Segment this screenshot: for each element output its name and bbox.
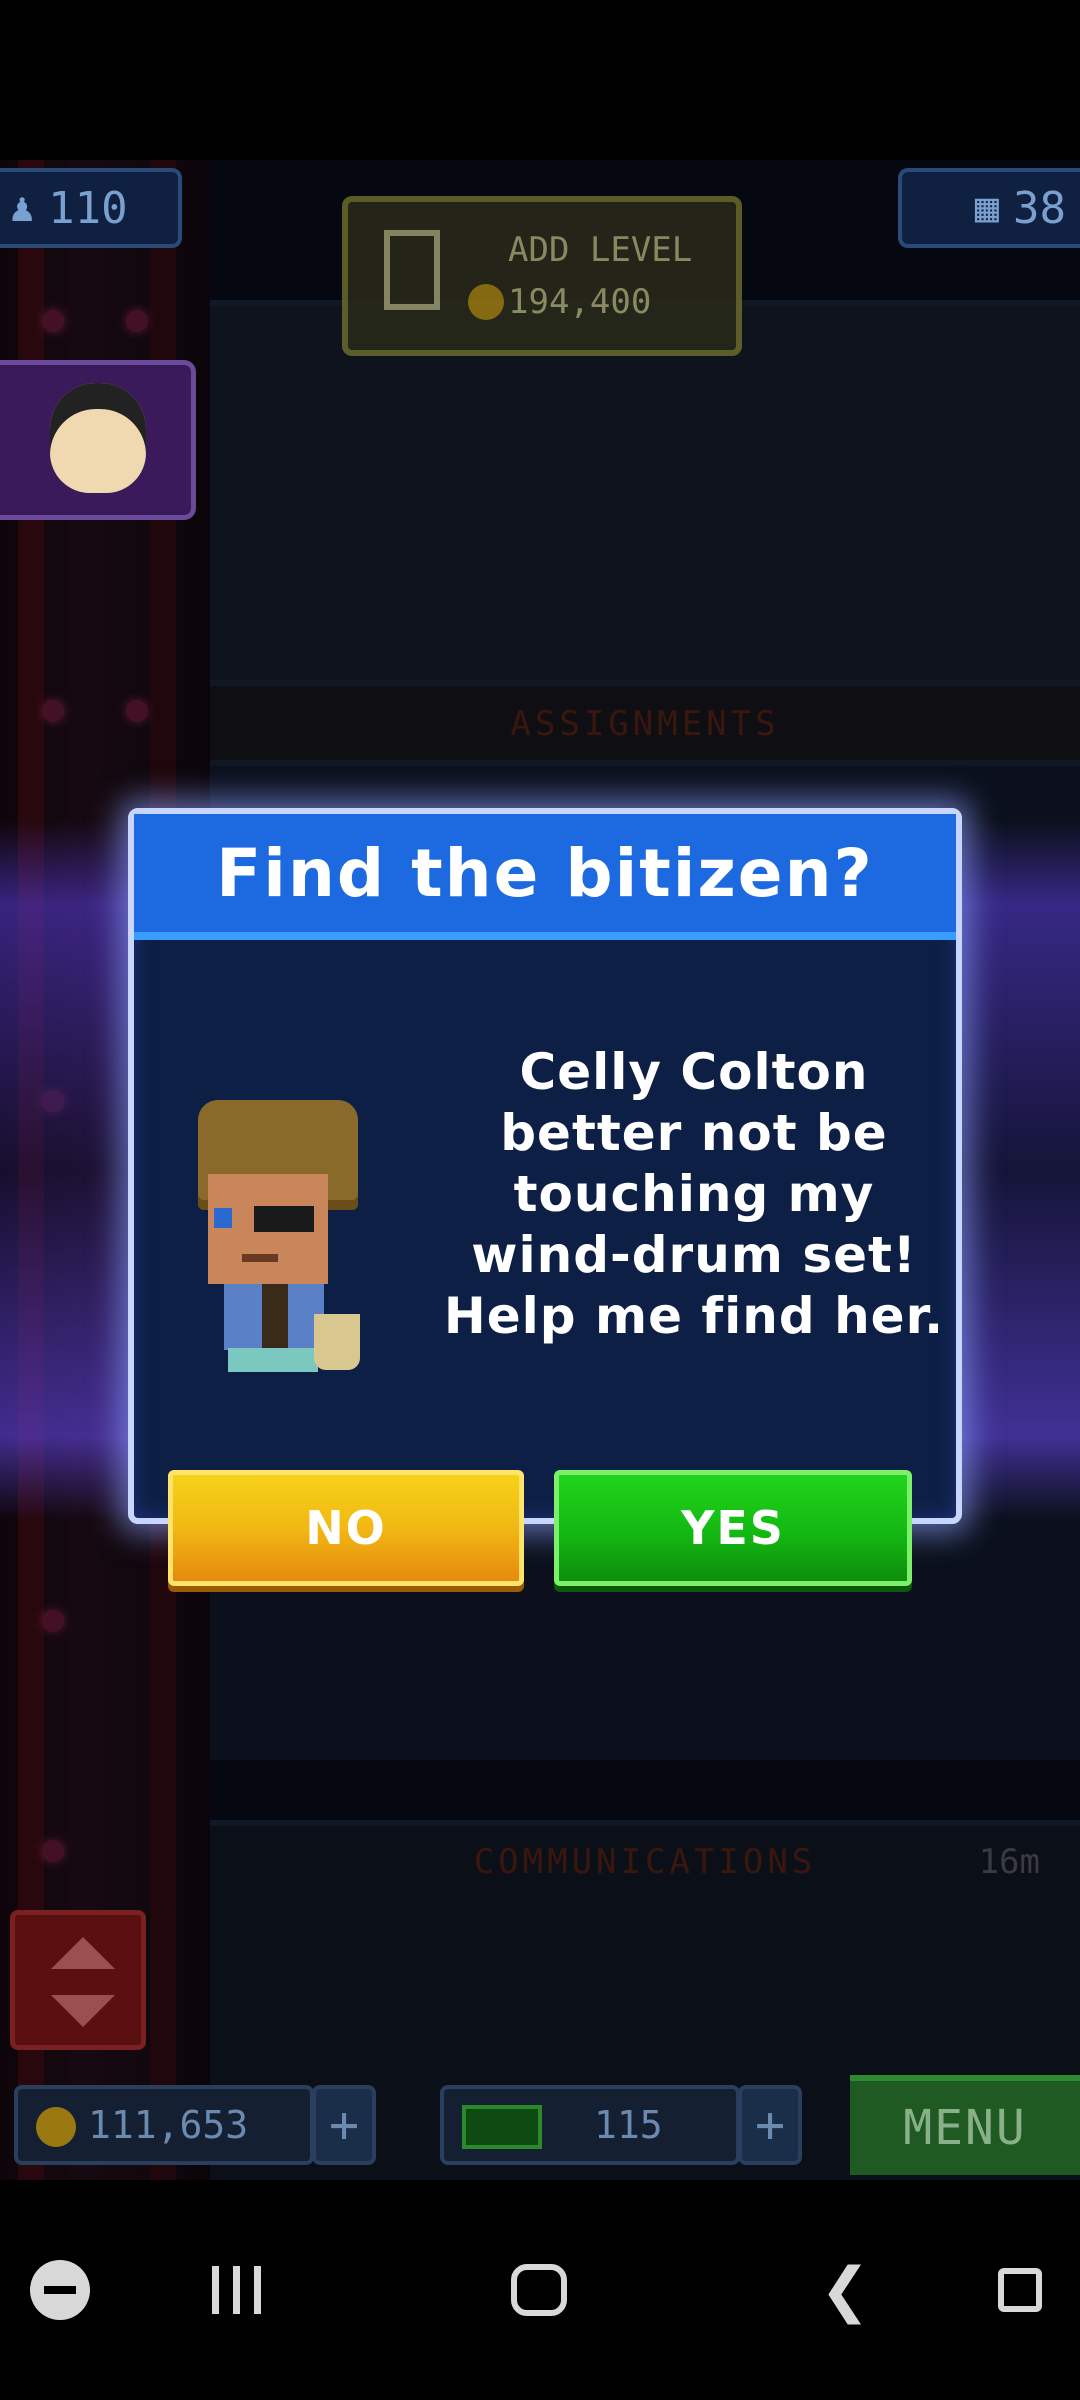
dialog-message: Celly Colton better not be touching my w… <box>434 1042 954 1347</box>
buy-bux-button[interactable]: + <box>738 2085 802 2165</box>
assistant-icon <box>998 2268 1042 2312</box>
message-line: Help me find her. <box>443 1287 945 1345</box>
buy-coins-button[interactable]: + <box>312 2085 376 2165</box>
game-tools-button[interactable] <box>22 2252 98 2328</box>
android-nav-bar: ❮ <box>0 2180 1080 2400</box>
assistant-button[interactable] <box>990 2252 1050 2328</box>
recents-button[interactable] <box>206 2252 266 2328</box>
message-line: better not be <box>500 1104 888 1162</box>
home-button[interactable] <box>508 2252 570 2328</box>
elevator-button[interactable] <box>10 1910 146 2050</box>
floor-count-value: 38 <box>1013 182 1066 234</box>
message-line: touching my <box>513 1165 875 1223</box>
building-icon: ▦ <box>974 185 1000 231</box>
arrow-up-icon <box>51 1937 115 1969</box>
dialog-title: Find the bitizen? <box>216 834 874 912</box>
back-icon: ❮ <box>819 2255 871 2325</box>
person-icon: ♟ <box>10 185 35 231</box>
bitizen-avatar <box>184 1094 374 1384</box>
recents-icon <box>211 2266 219 2314</box>
bux-balance: 115 + <box>440 2085 802 2165</box>
back-button[interactable]: ❮ <box>820 2252 870 2328</box>
menu-button[interactable]: MENU <box>850 2075 1080 2175</box>
arrow-down-icon <box>51 1995 115 2027</box>
add-level-label: ADD LEVEL <box>508 230 693 270</box>
message-line: Celly Colton <box>519 1043 869 1101</box>
population-value: 110 <box>48 182 128 234</box>
floor-counter[interactable]: ▦ 38 <box>898 168 1080 248</box>
coin-icon <box>36 2107 76 2147</box>
vip-portrait[interactable] <box>0 360 196 520</box>
population-counter[interactable]: ♟ 110 <box>0 168 182 248</box>
bottom-hud: 111,653 + 115 + MENU <box>0 2075 1080 2175</box>
message-line: wind-drum set! <box>471 1226 917 1284</box>
add-level-button[interactable]: ADD LEVEL 194,400 <box>342 196 742 356</box>
gamepad-icon <box>30 2260 90 2320</box>
yes-button[interactable]: YES <box>554 1470 912 1586</box>
no-button[interactable]: NO <box>168 1470 524 1586</box>
avatar <box>50 383 146 493</box>
add-floor-icon <box>384 230 440 310</box>
home-icon <box>511 2264 567 2316</box>
bux-value: 115 <box>594 2103 663 2147</box>
find-bitizen-dialog: Find the bitizen? Celly Colton better no… <box>128 808 962 1524</box>
add-level-cost: 194,400 <box>508 282 652 322</box>
dialog-header: Find the bitizen? <box>134 814 956 940</box>
coin-value: 111,653 <box>88 2103 249 2147</box>
coin-balance: 111,653 + <box>14 2085 376 2165</box>
coin-icon <box>468 284 504 320</box>
bux-icon <box>462 2105 542 2149</box>
